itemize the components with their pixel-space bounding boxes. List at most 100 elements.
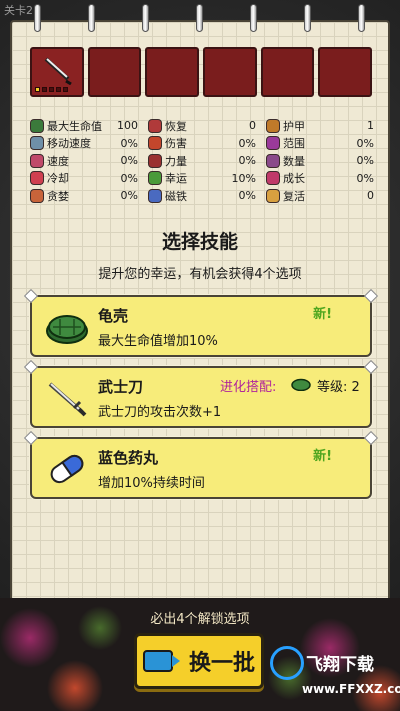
level-dot [49,87,54,92]
watermark-url: www.FFXXZ.com [302,682,400,696]
skill-description: 增加10%持续时间 [98,476,205,491]
level-dot [63,87,68,92]
stats-panel: 最大生命值 100 移动速度 0% 速度 0% 冷却 0% 贪婪 0% 恢复 0 伤害 0% 力量 0% 幸运… [30,117,374,209]
skill-name: 蓝色药丸 [98,449,159,467]
skill-name: 武士刀 [98,378,144,396]
unlock-hint: 必出4个解锁选项 [150,612,250,627]
skill-description: 最大生命值增加10% [98,334,218,349]
stat-label: 力量 [165,154,187,168]
stat-label: 最大生命值 [47,119,102,133]
stat-label: 成长 [283,172,305,186]
turtle-shell-icon [44,307,90,347]
skill-name: 龟壳 [98,307,129,325]
new-badge: 新! [313,449,332,464]
weapon-slot[interactable] [203,47,257,97]
stat-label: 幸运 [165,172,187,186]
stat-row: 复活 0 [266,187,374,205]
turtle-shell-icon [30,118,44,133]
new-badge: 新! [313,307,332,322]
stat-value: 0% [238,154,256,168]
stat-value: 0 [249,119,256,133]
stat-row: 恢复 0 [148,117,256,135]
stat-value: 10% [231,171,256,185]
katana-icon [42,55,74,89]
stat-label: 冷却 [47,172,69,186]
skill-level: 等级: 2 [317,380,360,395]
weapon-slot[interactable] [318,47,373,97]
stat-value: 0% [238,136,256,150]
stat-label: 磁铁 [165,189,187,203]
stats-column-3: 护甲 1 范围 0% 数量 0% 成长 0% 复活 0 [266,117,374,209]
stat-row: 磁铁 0% [148,187,256,205]
stat-row: 力量 0% [148,152,256,170]
skill-description: 武士刀的攻击次数+1 [98,405,222,420]
armor-icon [266,118,280,133]
refresh-button[interactable]: 换一批 [134,633,264,689]
greed-icon [30,188,44,203]
stat-label: 范围 [283,137,305,151]
stat-label: 贪婪 [47,189,69,203]
stat-value: 0 [367,189,374,203]
clover-icon [148,171,162,186]
page-subtitle: 提升您的幸运，有机会获得4个选项 [98,267,302,282]
stat-label: 复活 [283,189,305,203]
notebook-ring [88,4,95,32]
stat-value: 0% [356,154,374,168]
katana-icon [44,378,90,418]
skill-card-turtle-shell[interactable]: 龟壳 最大生命值增加10% 新! [23,288,379,357]
boot-icon [30,136,44,151]
skill-card-katana[interactable]: 武士刀 武士刀的攻击次数+1 进化搭配: 等级: 2 [23,359,379,428]
amount-icon [266,153,280,168]
stats-column-2: 恢复 0 伤害 0% 力量 0% 幸运 10% 磁铁 0% [148,117,256,209]
stat-value: 0% [120,189,138,203]
notebook-ring [358,4,365,32]
weapon-slots [30,47,373,97]
watermark: 飞翔下载 www.FFXXZ.com [270,636,400,706]
stat-label: 移动速度 [47,137,91,151]
cooldown-icon [30,171,44,186]
stat-row: 最大生命值 100 [30,117,138,135]
notebook-ring [196,4,203,32]
level-dot [56,87,61,92]
page-title: 选择技能 [161,231,238,253]
weapon-slot[interactable] [260,47,315,97]
stat-value: 0% [238,189,256,203]
stat-row: 速度 0% [30,152,138,170]
stat-value: 1 [367,119,374,133]
stat-value: 0% [120,136,138,150]
stat-row: 幸运 10% [148,170,256,188]
stat-row: 移动速度 0% [30,135,138,153]
stat-value: 0% [120,154,138,168]
turtle-shell-icon [291,376,311,395]
stat-row: 护甲 1 [266,117,374,135]
stat-label: 速度 [47,154,69,168]
stat-value: 0% [120,171,138,185]
range-icon [266,136,280,151]
revive-icon [266,188,280,203]
stat-row: 范围 0% [266,135,374,153]
recovery-icon [148,118,162,133]
notebook-ring [142,4,149,32]
power-icon [148,153,162,168]
speed-icon [30,153,44,168]
stat-label: 数量 [283,154,305,168]
stat-value: 0% [356,136,374,150]
notebook-ring [34,4,41,32]
slot-level-dots [35,87,68,92]
damage-icon [148,136,162,151]
magnet-icon [148,188,162,203]
video-camera-icon [142,650,180,672]
pill-icon [44,449,90,489]
growth-icon [266,171,280,186]
stat-row: 成长 0% [266,170,374,188]
stat-row: 贪婪 0% [30,187,138,205]
weapon-slot[interactable] [30,47,84,97]
weapon-slot[interactable] [145,47,200,97]
stat-value: 0% [356,171,374,185]
refresh-label: 换一批 [188,651,255,676]
skill-card-blue-pill[interactable]: 蓝色药丸 增加10%持续时间 新! [23,430,379,499]
watermark-brand: 飞翔下载 [306,655,374,675]
watermark-logo-icon [270,646,304,680]
stat-row: 数量 0% [266,152,374,170]
weapon-slot[interactable] [87,47,142,97]
